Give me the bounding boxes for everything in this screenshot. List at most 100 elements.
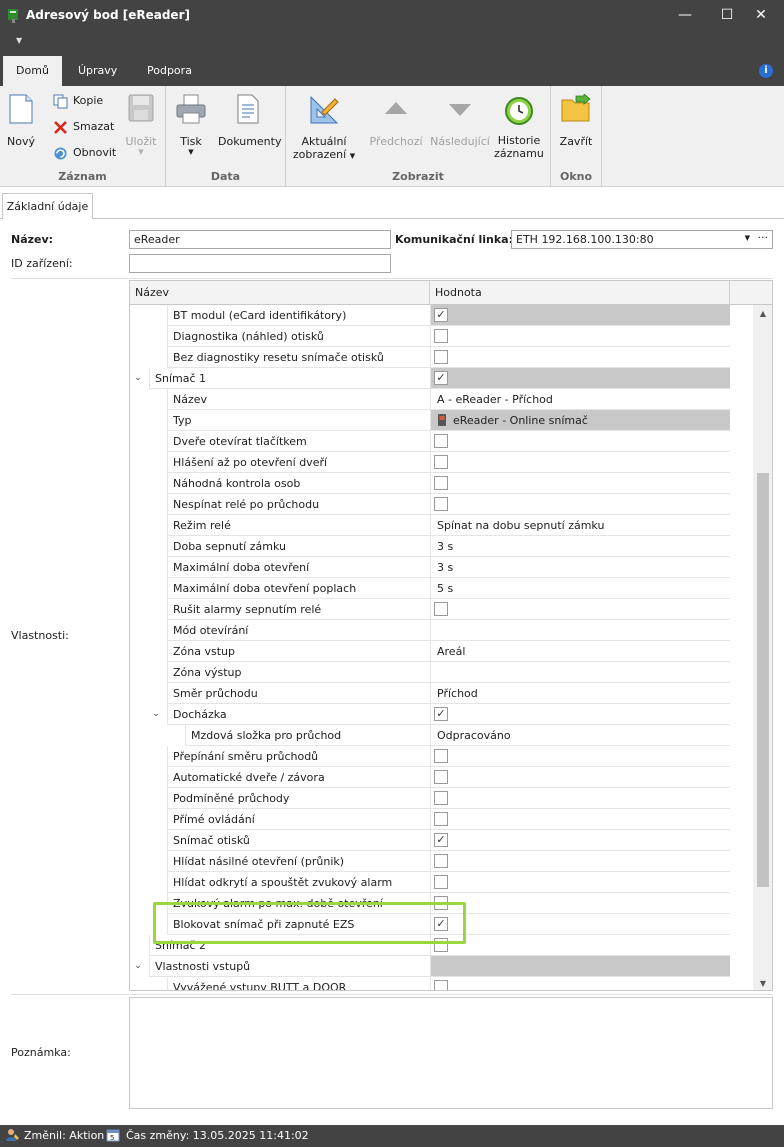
delete-button[interactable]: Smazat (53, 117, 114, 137)
grid-row[interactable]: Přímé ovládání (130, 809, 753, 830)
checkbox[interactable] (434, 497, 448, 511)
grid-row[interactable]: ⌄ Snímač 1 ✓ (130, 368, 753, 389)
row-value[interactable] (430, 809, 730, 830)
grid-row[interactable]: Dveře otevírat tlačítkem (130, 431, 753, 452)
grid-row[interactable]: Mzdová složka pro průchod Odpracováno (130, 725, 753, 746)
row-value[interactable]: Odpracováno (430, 725, 730, 746)
comm-line-dropdown-icon[interactable]: ▼ (745, 234, 750, 242)
device-id-input[interactable] (129, 254, 391, 273)
tab-upravy[interactable]: Úpravy (64, 56, 131, 86)
row-value[interactable] (430, 599, 730, 620)
checkbox[interactable] (434, 791, 448, 805)
row-value[interactable]: ✓ (430, 305, 730, 326)
comm-line-ellipsis-button[interactable]: ··· (758, 231, 769, 244)
next-button[interactable]: Následující (429, 94, 491, 148)
checkbox-checked[interactable]: ✓ (434, 308, 448, 322)
grid-row[interactable]: Zóna výstup (130, 662, 753, 683)
name-input[interactable]: eReader (129, 230, 391, 249)
properties-grid[interactable]: Název Hodnota BT modul (eCard identifiká… (129, 280, 773, 991)
expander-chevron-icon[interactable]: ⌄ (150, 704, 162, 725)
grid-row[interactable]: Směr průchodu Příchod (130, 683, 753, 704)
scroll-up-icon[interactable]: ▲ (753, 309, 772, 318)
checkbox[interactable] (434, 980, 448, 990)
row-value[interactable]: ✓ (430, 368, 730, 389)
row-value[interactable] (430, 935, 730, 956)
vertical-scrollbar[interactable]: ▲ ▼ (753, 305, 772, 990)
save-button[interactable]: Uložit ▼ (124, 94, 158, 156)
checkbox[interactable] (434, 749, 448, 763)
checkbox[interactable] (434, 875, 448, 889)
row-value[interactable] (430, 767, 730, 788)
grid-row[interactable]: Rušit alarmy sepnutím relé (130, 599, 753, 620)
checkbox[interactable] (434, 854, 448, 868)
grid-row[interactable]: Typ eReader - Online snímač (130, 410, 753, 431)
checkbox[interactable] (434, 476, 448, 490)
checkbox[interactable] (434, 602, 448, 616)
checkbox-checked[interactable]: ✓ (434, 707, 448, 721)
history-button[interactable]: Historie záznamu (491, 94, 547, 160)
row-value[interactable] (430, 746, 730, 767)
tab-domu[interactable]: Domů (3, 56, 62, 86)
close-button[interactable]: ✕ (738, 2, 784, 28)
row-value[interactable]: Spínat na dobu sepnutí zámku (430, 515, 730, 536)
grid-row[interactable]: Název A - eReader - Příchod (130, 389, 753, 410)
checkbox[interactable] (434, 938, 448, 952)
grid-row[interactable]: Snímač otisků ✓ (130, 830, 753, 851)
row-value[interactable]: 3 s (430, 536, 730, 557)
grid-row[interactable]: Nespínat relé po průchodu (130, 494, 753, 515)
refresh-button[interactable]: Obnovit (53, 143, 116, 163)
grid-row[interactable]: Diagnostika (náhled) otisků (130, 326, 753, 347)
row-value[interactable] (430, 788, 730, 809)
grid-row[interactable]: Snímač 2 (130, 935, 753, 956)
grid-row[interactable]: Zóna vstup Areál (130, 641, 753, 662)
documents-button[interactable]: Dokumenty (218, 94, 281, 148)
row-value[interactable] (430, 473, 730, 494)
grid-row[interactable]: ⌄ Docházka ✓ (130, 704, 753, 725)
quick-access-dropdown-icon[interactable]: ▼ (16, 36, 22, 45)
row-value[interactable] (430, 347, 730, 368)
row-value[interactable] (430, 494, 730, 515)
grid-row[interactable]: Přepínání směru průchodů (130, 746, 753, 767)
row-value[interactable]: ✓ (430, 830, 730, 851)
row-value[interactable] (430, 452, 730, 473)
grid-row[interactable]: Maximální doba otevření poplach 5 s (130, 578, 753, 599)
note-textarea[interactable] (129, 997, 773, 1109)
checkbox[interactable] (434, 350, 448, 364)
row-value[interactable]: 3 s (430, 557, 730, 578)
grid-row[interactable]: Hlídat odkrytí a spouštět zvukový alarm (130, 872, 753, 893)
current-view-button[interactable]: Aktuální zobrazení ▼ (292, 94, 356, 163)
close-window-button[interactable]: Zavřít (557, 93, 595, 148)
row-value[interactable] (430, 893, 730, 914)
row-value[interactable]: ✓ (430, 704, 730, 725)
scrollbar-thumb[interactable] (757, 473, 769, 887)
grid-row[interactable]: Doba sepnutí zámku 3 s (130, 536, 753, 557)
checkbox-checked[interactable]: ✓ (434, 371, 448, 385)
row-value[interactable]: 5 s (430, 578, 730, 599)
row-value[interactable]: eReader - Online snímač (430, 410, 730, 431)
checkbox-checked[interactable]: ✓ (434, 917, 448, 931)
row-value[interactable] (430, 977, 730, 990)
tab-zakladni-udaje[interactable]: Základní údaje (2, 193, 93, 219)
checkbox[interactable] (434, 896, 448, 910)
row-value[interactable] (430, 851, 730, 872)
row-value[interactable] (430, 662, 730, 683)
scroll-down-icon[interactable]: ▼ (753, 979, 772, 988)
grid-row[interactable]: BT modul (eCard identifikátory) ✓ (130, 305, 753, 326)
comm-line-select[interactable]: ETH 192.168.100.130:80 ▼ ··· (511, 230, 773, 249)
checkbox[interactable] (434, 770, 448, 784)
copy-button[interactable]: Kopie (53, 91, 103, 111)
grid-row[interactable]: Vyvážené vstupy BUTT a DOOR (130, 977, 753, 990)
grid-row[interactable]: Zvukový alarm po max. době otevření (130, 893, 753, 914)
row-value[interactable] (430, 326, 730, 347)
checkbox[interactable] (434, 434, 448, 448)
checkbox[interactable] (434, 455, 448, 469)
grid-row[interactable]: Hlídat násilné otevření (průnik) (130, 851, 753, 872)
grid-row[interactable]: Režim relé Spínat na dobu sepnutí zámku (130, 515, 753, 536)
row-value[interactable] (430, 431, 730, 452)
checkbox[interactable] (434, 812, 448, 826)
row-value[interactable] (430, 872, 730, 893)
row-value[interactable]: Příchod (430, 683, 730, 704)
expander-chevron-icon[interactable]: ⌄ (132, 368, 144, 389)
checkbox[interactable] (434, 329, 448, 343)
info-icon[interactable]: i (759, 64, 773, 78)
